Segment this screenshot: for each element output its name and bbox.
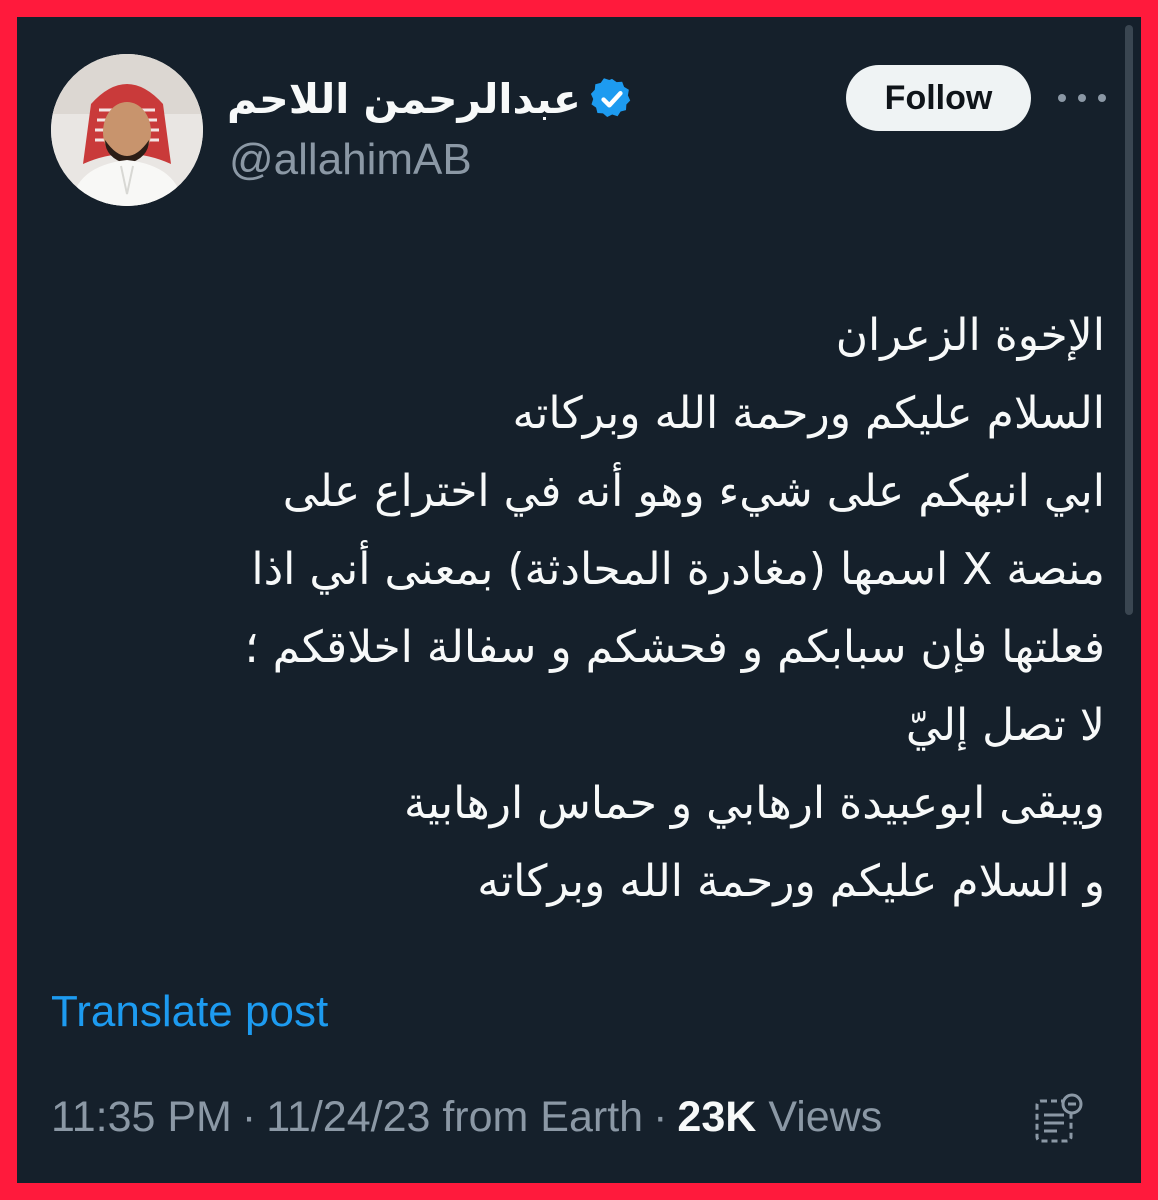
- avatar[interactable]: [51, 54, 203, 206]
- post-card: عبدالرحمن اللاحم @allahimAB Follow الإخو…: [17, 17, 1141, 1183]
- meta-separator: ·: [241, 1092, 257, 1141]
- post-text-line: الإخوة الزعران: [835, 310, 1105, 361]
- translate-post-link[interactable]: Translate post: [51, 987, 328, 1037]
- post-text-line: فعلتها فإن سبابكم و فحشكم و سفالة اخلاقك…: [244, 622, 1105, 673]
- author-name-row[interactable]: عبدالرحمن اللاحم: [227, 69, 635, 129]
- post-text-line: و السلام عليكم ورحمة الله وبركاته: [477, 856, 1105, 907]
- post-text-line: منصة X اسمها (مغادرة المحادثة) بمعنى أني…: [251, 544, 1105, 595]
- post-notes-icon[interactable]: [1031, 1091, 1087, 1147]
- views-count: 23K: [677, 1092, 757, 1141]
- post-source: from Earth: [442, 1092, 644, 1141]
- author-display-name[interactable]: عبدالرحمن اللاحم: [227, 75, 581, 123]
- post-text-line: ابي انبهكم على شيء وهو أنه في اختراع على: [282, 466, 1105, 517]
- more-icon-dot: [1098, 94, 1106, 102]
- scrollbar[interactable]: [1125, 25, 1133, 1175]
- post-meta: 11:35 PM · 11/24/23 from Earth · 23K Vie…: [51, 1085, 882, 1149]
- scrollbar-thumb[interactable]: [1125, 25, 1133, 615]
- post-notes-icon-glyph: [1035, 1093, 1083, 1143]
- post-text-line: ويبقى ابوعبيدة ارهابي و حماس ارهابية: [404, 778, 1105, 829]
- post-text: الإخوة الزعران السلام عليكم ورحمة الله و…: [55, 297, 1105, 921]
- avatar-image: [51, 54, 203, 206]
- post-date[interactable]: 11/24/23: [266, 1093, 430, 1142]
- author-handle[interactable]: @allahimAB: [229, 135, 472, 185]
- verified-badge-icon: [590, 78, 631, 118]
- post-time[interactable]: 11:35 PM: [51, 1093, 232, 1142]
- more-icon-dot: [1058, 94, 1066, 102]
- post-text-line: السلام عليكم ورحمة الله وبركاته: [512, 388, 1105, 439]
- views-label: Views: [768, 1092, 883, 1141]
- meta-separator: ·: [653, 1092, 668, 1141]
- post-text-line: لا تصل إليّ: [905, 700, 1105, 751]
- more-icon-dot: [1078, 94, 1086, 102]
- more-icon[interactable]: [1058, 83, 1106, 113]
- follow-button[interactable]: Follow: [846, 65, 1031, 131]
